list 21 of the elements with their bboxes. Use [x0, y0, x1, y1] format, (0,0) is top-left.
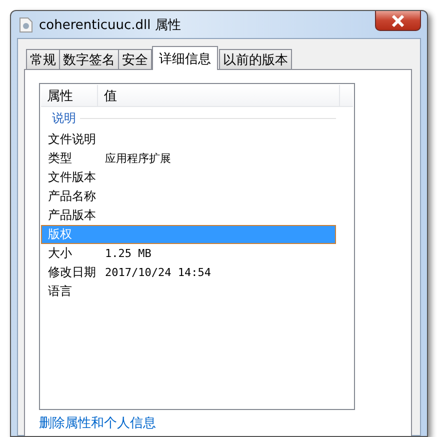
remove-properties-link[interactable]: 删除属性和个人信息 [39, 416, 156, 431]
close-button[interactable] [375, 11, 421, 31]
tab[interactable]: 安全 [118, 49, 152, 69]
file-icon [19, 16, 33, 32]
list-row[interactable]: 语言 [41, 282, 336, 301]
tab[interactable]: 数字签名 [59, 49, 119, 69]
window-title: coherenticuuc.dll 属性 [39, 16, 182, 34]
tab[interactable]: 常规 [26, 49, 60, 69]
group-label: 说明 [52, 110, 76, 126]
list-row[interactable]: 文件版本 [41, 168, 336, 187]
tab[interactable]: 详细信息 [152, 46, 218, 70]
list-row[interactable]: 修改日期 2017/10/24 14:54 [41, 263, 336, 282]
list-row[interactable]: 文件说明 [41, 130, 336, 149]
tab[interactable]: 以前的版本 [219, 49, 292, 69]
list-row[interactable]: 产品版本 [41, 206, 336, 225]
column-header[interactable]: 值 [98, 85, 340, 106]
list-row[interactable]: 大小 1.25 MB [41, 244, 336, 263]
list-row[interactable]: 类型 应用程序扩展 [41, 149, 336, 168]
list-row[interactable]: 产品名称 [41, 187, 336, 206]
column-header[interactable]: 属性 [41, 85, 98, 106]
close-icon [391, 14, 405, 26]
